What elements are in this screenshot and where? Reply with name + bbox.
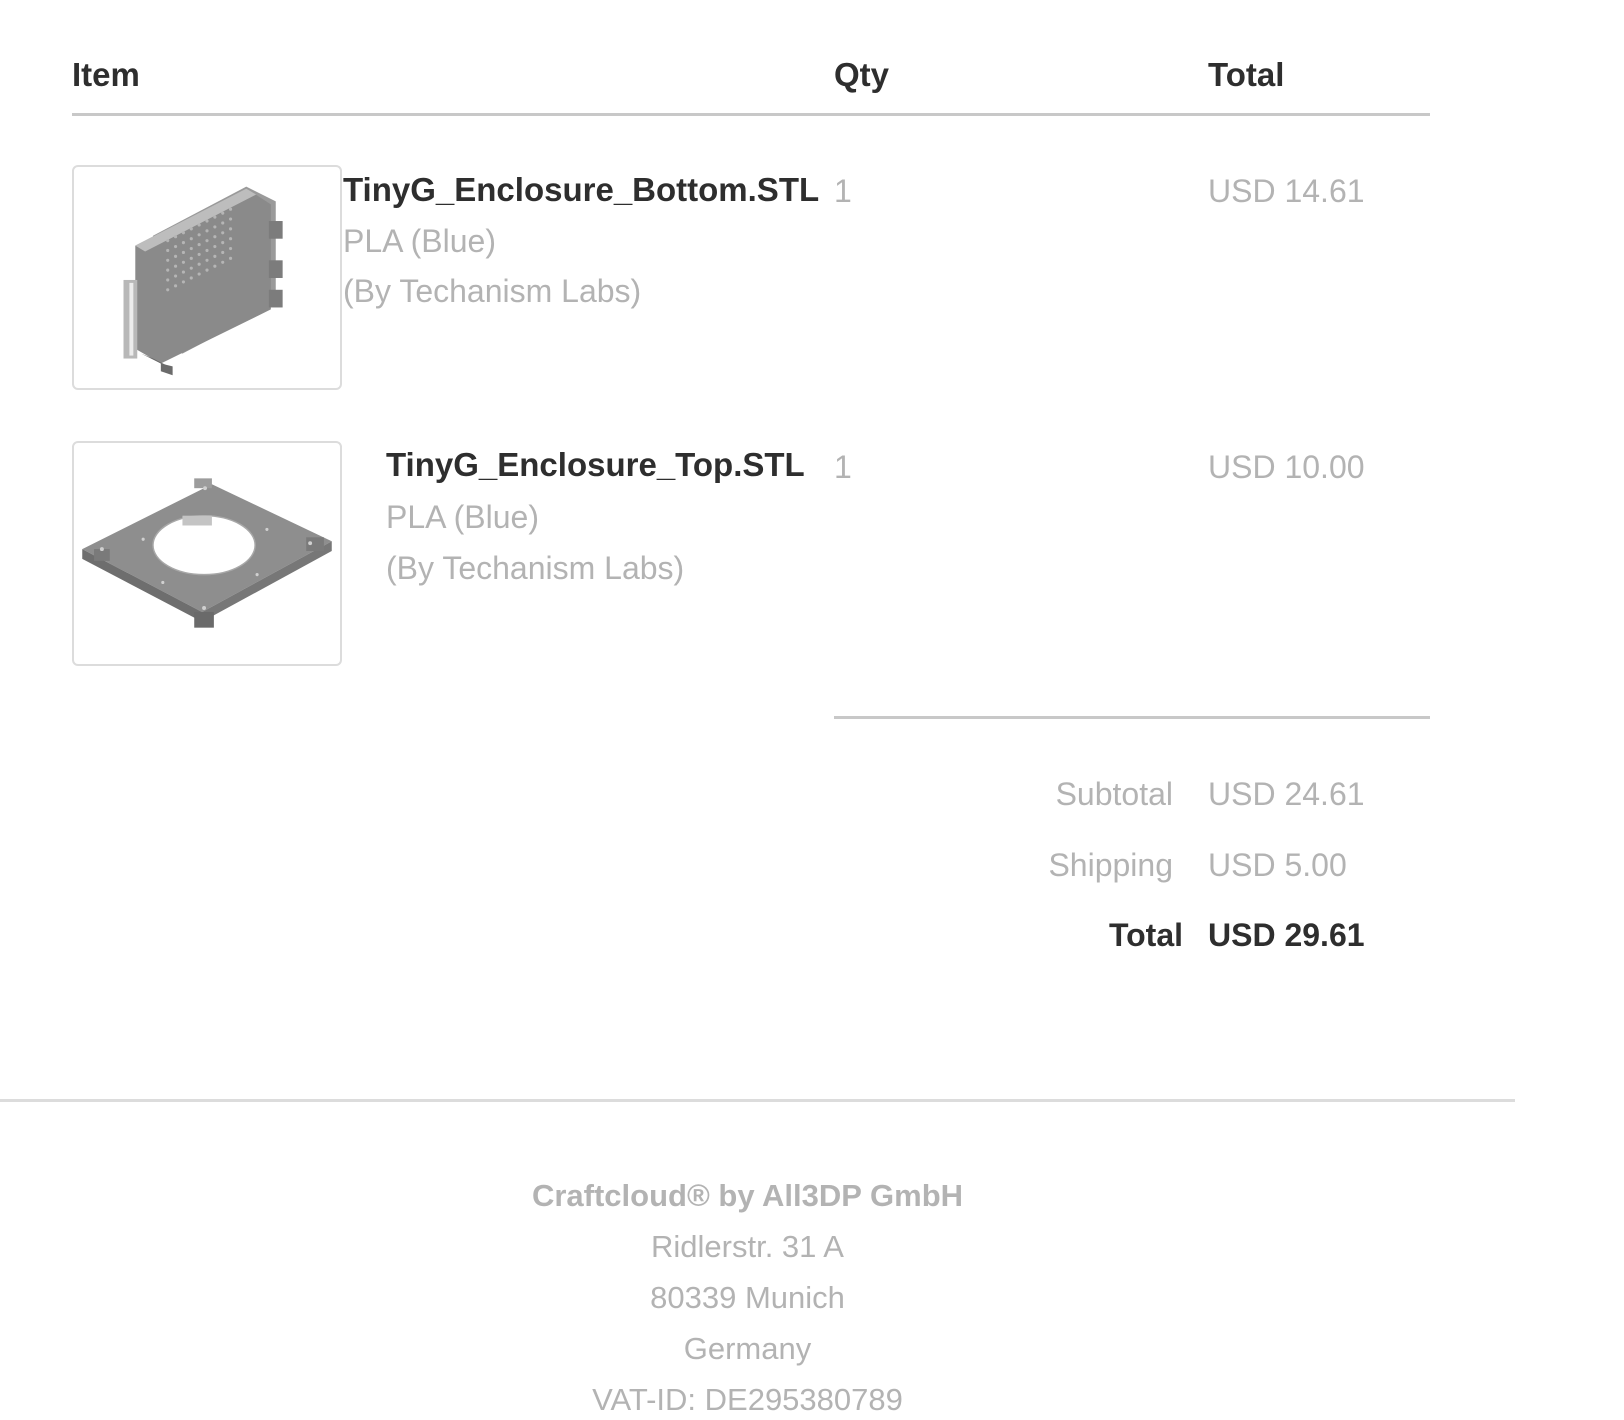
item-material: PLA (Blue)	[386, 499, 539, 535]
column-header-item: Item	[72, 56, 140, 93]
shipping-value: USD 5.00	[1208, 847, 1347, 883]
enclosure-top-model-icon	[82, 478, 332, 628]
item-total: USD 14.61	[1208, 173, 1365, 209]
column-header-qty: Qty	[834, 56, 890, 93]
company-vat: VAT-ID: DE295380789	[592, 1382, 903, 1417]
totals-divider	[834, 716, 1430, 719]
company-country: Germany	[683, 1331, 812, 1366]
item-qty: 1	[834, 173, 852, 209]
header-divider	[72, 113, 1430, 116]
company-street: Ridlerstr. 31 A	[651, 1229, 844, 1264]
item-thumbnail-top[interactable]	[72, 441, 342, 666]
column-header-total: Total	[1208, 56, 1285, 93]
total-value: USD 29.61	[1208, 917, 1365, 953]
company-footer: Craftcloud® by All3DP GmbH Ridlerstr. 31…	[0, 1170, 1495, 1420]
subtotal-value: USD 24.61	[1208, 776, 1365, 812]
shipping-label: Shipping	[1048, 847, 1173, 883]
item-material: PLA (Blue)	[343, 223, 496, 259]
subtotal-label: Subtotal	[1055, 776, 1173, 812]
enclosure-bottom-model-icon	[123, 186, 283, 376]
item-thumbnail-bottom[interactable]	[72, 165, 342, 390]
company-name: Craftcloud® by All3DP GmbH	[531, 1178, 964, 1213]
order-summary-page: Item Qty Total TinyG_Enclosure_Bottom.ST…	[0, 0, 1624, 1420]
item-name[interactable]: TinyG_Enclosure_Bottom.STL	[343, 170, 819, 210]
item-total: USD 10.00	[1208, 449, 1365, 485]
footer-divider	[0, 1099, 1515, 1102]
item-maker: (By Techanism Labs)	[343, 273, 642, 309]
item-maker: (By Techanism Labs)	[386, 550, 685, 586]
company-city: 80339 Munich	[650, 1280, 845, 1315]
item-qty: 1	[834, 449, 852, 485]
item-name[interactable]: TinyG_Enclosure_Top.STL	[386, 445, 805, 485]
total-label: Total	[1108, 917, 1183, 953]
